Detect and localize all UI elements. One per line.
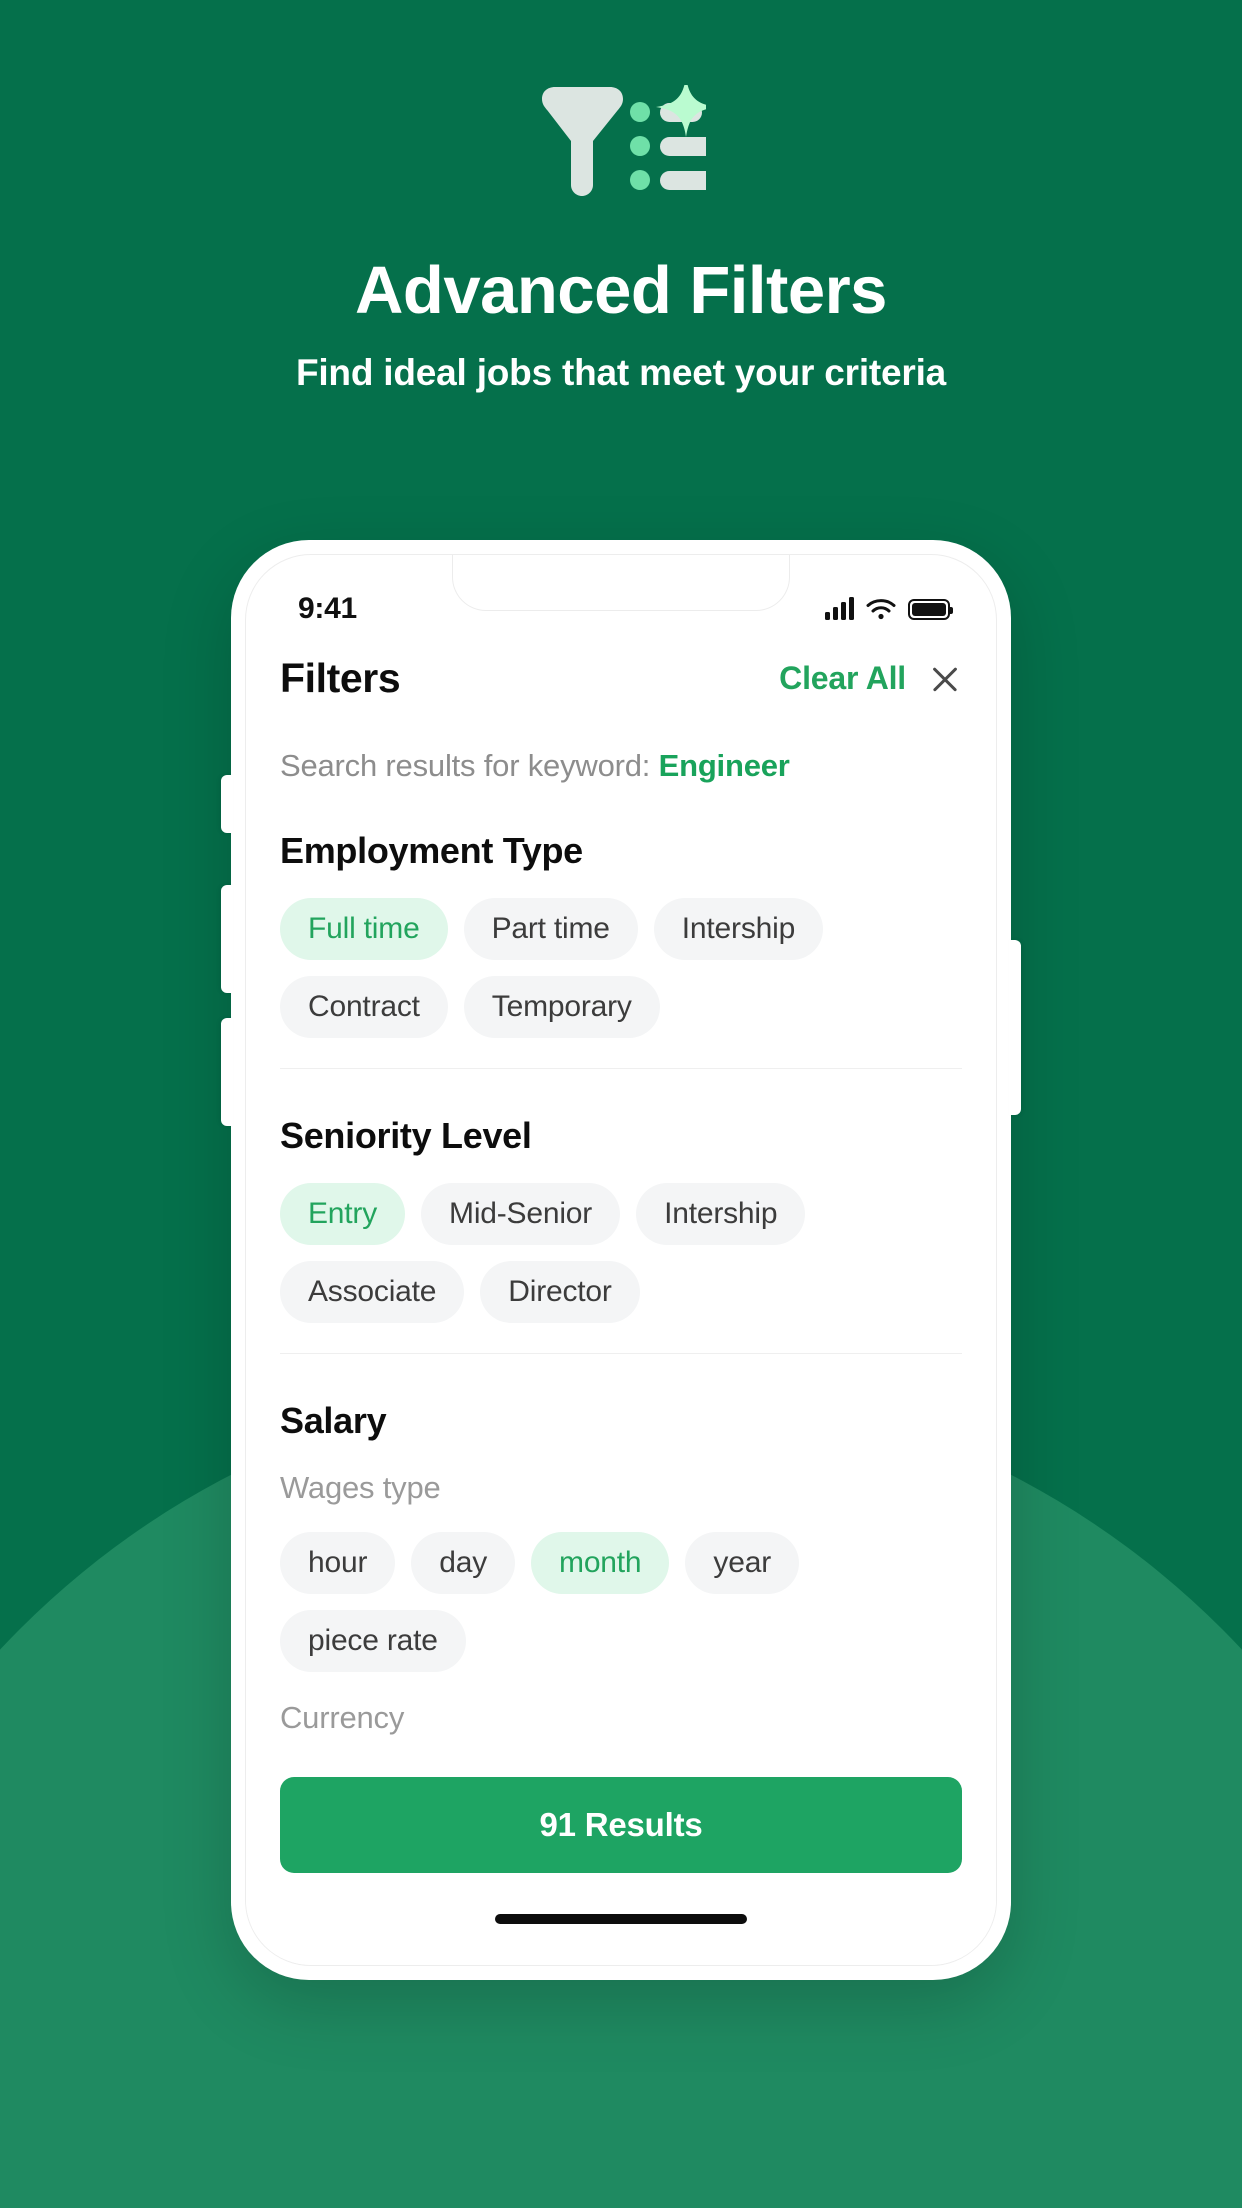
hero-section: Advanced Filters Find ideal jobs that me… — [0, 0, 1242, 394]
filters-header-actions: Clear All — [779, 660, 962, 697]
battery-icon — [908, 598, 953, 620]
chip-intership[interactable]: Intership — [653, 898, 824, 960]
search-note-keyword: Engineer — [658, 748, 790, 783]
filters-title: Filters — [280, 655, 401, 701]
chip-temporary[interactable]: Temporary — [463, 976, 660, 1038]
section-title-employment-type: Employment Type — [280, 830, 583, 871]
status-bar-time: 9:41 — [298, 592, 357, 625]
status-bar: 9:41 — [246, 555, 996, 641]
cta-container: 91 Results — [246, 1777, 996, 1873]
search-note-prefix: Search results for keyword: — [280, 748, 659, 783]
section-salary: Salary Wages type hour day month year pi… — [280, 1354, 962, 1736]
filters-scroll-area[interactable]: Filters Clear All Search results for key… — [246, 641, 996, 1777]
phone-mockup: 9:41 Filters Clear All Search results fo… — [221, 540, 1021, 1980]
page-title: Advanced Filters — [355, 253, 887, 328]
filters-screen: Filters Clear All Search results for key… — [246, 641, 996, 1965]
chip-intership-seniority[interactable]: Intership — [636, 1183, 806, 1245]
section-title-seniority-level: Seniority Level — [280, 1115, 532, 1156]
page-subtitle: Find ideal jobs that meet your criteria — [295, 352, 947, 394]
chip-hour[interactable]: hour — [280, 1532, 396, 1594]
home-indicator[interactable] — [495, 1914, 747, 1924]
phone-screen: 9:41 Filters Clear All Search results fo… — [245, 554, 997, 1966]
section-employment-type: Employment Type Full time Part time Inte… — [280, 784, 962, 1069]
phone-power-button[interactable] — [1009, 940, 1021, 1115]
clear-all-button[interactable]: Clear All — [779, 660, 906, 697]
chip-day[interactable]: day — [411, 1532, 516, 1594]
phone-volume-down-button[interactable] — [221, 1018, 233, 1126]
chip-month[interactable]: month — [531, 1532, 670, 1594]
phone-silent-switch[interactable] — [221, 775, 233, 833]
wifi-icon — [866, 599, 896, 620]
home-indicator-container — [246, 1873, 996, 1965]
chip-contract[interactable]: Contract — [280, 976, 448, 1038]
label-wages-type: Wages type — [280, 1470, 441, 1505]
status-bar-icons — [825, 597, 953, 620]
chip-mid-senior[interactable]: Mid-Senior — [421, 1183, 621, 1245]
filter-sparkle-icon — [542, 85, 706, 196]
section-seniority-level: Seniority Level Entry Mid-Senior Intersh… — [280, 1069, 962, 1354]
chip-entry[interactable]: Entry — [280, 1183, 406, 1245]
chip-associate[interactable]: Associate — [280, 1261, 465, 1323]
cellular-signal-icon — [825, 597, 854, 620]
chip-director[interactable]: Director — [480, 1261, 640, 1323]
chip-piece-rate[interactable]: piece rate — [280, 1610, 466, 1672]
chip-group-employment-type: Full time Part time Intership Contract T… — [280, 898, 962, 1038]
filters-header: Filters Clear All — [280, 641, 962, 708]
phone-volume-up-button[interactable] — [221, 885, 233, 993]
chip-group-seniority-level: Entry Mid-Senior Intership Associate Dir… — [280, 1183, 962, 1323]
results-button[interactable]: 91 Results — [280, 1777, 962, 1873]
close-icon[interactable] — [928, 662, 962, 696]
chip-year[interactable]: year — [685, 1532, 799, 1594]
chip-part-time[interactable]: Part time — [463, 898, 638, 960]
section-title-salary: Salary — [280, 1400, 387, 1441]
label-currency: Currency — [280, 1700, 405, 1735]
chip-group-wages-type: hour day month year piece rate — [280, 1532, 962, 1672]
search-result-note: Search results for keyword: Engineer — [280, 748, 962, 784]
chip-full-time[interactable]: Full time — [280, 898, 448, 960]
hero-icon-container — [0, 78, 1242, 208]
